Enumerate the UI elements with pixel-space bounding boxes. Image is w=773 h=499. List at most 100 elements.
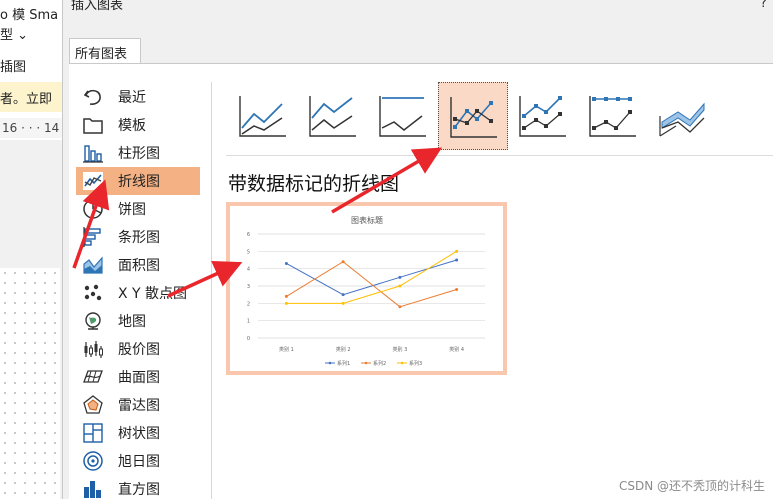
x-axis-ticks: 类别 1 类别 2 类别 3 类别 4 bbox=[279, 346, 464, 353]
category-label: 柱形图 bbox=[118, 146, 160, 162]
y-tick-label: 3 bbox=[247, 284, 250, 290]
category-label: 面积图 bbox=[118, 258, 160, 274]
subtype-gallery bbox=[228, 82, 714, 150]
pie-chart-icon bbox=[83, 199, 103, 219]
data-point bbox=[341, 293, 345, 297]
category-label: 树状图 bbox=[118, 426, 160, 442]
category-item-line[interactable]: 折线图 bbox=[76, 167, 200, 195]
category-item-surface[interactable]: 曲面图 bbox=[76, 363, 200, 391]
bar-chart-icon bbox=[83, 227, 101, 247]
percent-stacked-line-subtype-icon bbox=[379, 96, 426, 137]
map-chart-icon bbox=[85, 312, 101, 330]
category-label: 条形图 bbox=[118, 230, 160, 246]
category-item-area[interactable]: 面积图 bbox=[76, 251, 200, 279]
bg-notify-text: 者。立即 bbox=[0, 92, 53, 107]
category-item-sunburst[interactable]: 旭日图 bbox=[76, 447, 200, 475]
background-app: o 模 Sma 型 ⌄ 插图 者。立即 16 · · · 14 bbox=[0, 0, 64, 499]
category-item-map[interactable]: 地图 bbox=[76, 307, 200, 335]
bg-line2-fragment: 型 ⌄ bbox=[0, 28, 29, 43]
x-tick-label: 类别 2 bbox=[336, 346, 351, 353]
subtype-stacked-line-with-markers[interactable] bbox=[508, 82, 578, 150]
y-tick-label: 2 bbox=[247, 301, 250, 307]
category-label: 股价图 bbox=[118, 342, 160, 358]
chart-category-list: 最近 模板 柱形图 折线图 饼图 条形图 面积图 X Y 散点图 地图 股价图 … bbox=[76, 83, 200, 499]
subtype-percent-stacked-line[interactable] bbox=[368, 82, 438, 150]
data-point bbox=[398, 275, 402, 279]
tab-all-charts[interactable]: 所有图表 bbox=[69, 38, 141, 64]
legend-marker bbox=[364, 361, 368, 365]
scatter-chart-icon bbox=[84, 284, 102, 301]
category-item-radar[interactable]: 雷达图 bbox=[76, 391, 200, 419]
data-point bbox=[284, 261, 288, 265]
y-tick-label: 0 bbox=[247, 336, 250, 342]
data-point bbox=[284, 301, 288, 305]
category-item-template[interactable]: 模板 bbox=[76, 111, 200, 139]
chart-title: 图表标题 bbox=[351, 215, 383, 225]
category-label: 旭日图 bbox=[118, 454, 160, 470]
category-item-pie[interactable]: 饼图 bbox=[76, 195, 200, 223]
bg-ruler: 16 · · · 14 bbox=[0, 118, 64, 138]
chart-preview[interactable]: 图表标题 0 1 2 3 4 5 6 类别 1 类别 2 类别 3 类别 4 系列1 系列2 系列3 bbox=[226, 202, 507, 375]
y-tick-label: 1 bbox=[247, 319, 250, 325]
percent-stacked-line-with-markers-subtype-icon bbox=[589, 96, 636, 137]
treemap-chart-icon bbox=[83, 423, 103, 443]
subtype-stacked-line[interactable] bbox=[298, 82, 368, 150]
x-tick-label: 类别 1 bbox=[279, 346, 294, 353]
data-point bbox=[455, 287, 459, 291]
stacked-line-subtype-icon bbox=[309, 96, 356, 137]
subtype-separator bbox=[226, 155, 773, 156]
histogram-chart-icon bbox=[84, 481, 101, 498]
category-item-bar[interactable]: 条形图 bbox=[76, 223, 200, 251]
category-label: 雷达图 bbox=[118, 398, 160, 414]
category-label: 饼图 bbox=[118, 202, 146, 218]
category-item-recent[interactable]: 最近 bbox=[76, 83, 200, 111]
line-subtype-icon bbox=[239, 96, 286, 137]
category-label: 直方图 bbox=[118, 482, 160, 498]
data-point bbox=[455, 258, 459, 262]
chart-series bbox=[284, 249, 459, 309]
recent-icon bbox=[83, 89, 101, 105]
subtype-line-with-markers[interactable] bbox=[438, 82, 508, 150]
category-label: 折线图 bbox=[118, 174, 160, 190]
category-label: 地图 bbox=[118, 314, 146, 330]
dialog-title: 插入图表 bbox=[71, 0, 124, 13]
subtype-3d-line[interactable] bbox=[648, 82, 718, 150]
y-tick-label: 6 bbox=[247, 232, 250, 238]
radar-chart-icon bbox=[83, 395, 103, 414]
category-label: 最近 bbox=[118, 90, 146, 106]
subtype-line[interactable] bbox=[228, 82, 298, 150]
bg-title-fragment: o 模 Sma bbox=[0, 8, 59, 23]
data-point bbox=[341, 301, 345, 305]
screen: o 模 Sma 型 ⌄ 插图 者。立即 16 · · · 14 插入图表 ? 所… bbox=[0, 0, 773, 499]
category-item-stock[interactable]: 股价图 bbox=[76, 335, 200, 363]
category-item-histogram[interactable]: 直方图 bbox=[76, 475, 200, 499]
bg-document-page bbox=[0, 268, 60, 499]
legend-label: 系列1 bbox=[337, 360, 350, 367]
y-axis-ticks: 0 1 2 3 4 5 6 bbox=[247, 232, 250, 342]
series-line bbox=[286, 259, 457, 296]
x-tick-label: 类别 3 bbox=[392, 346, 407, 353]
watermark: CSDN @还不秃顶的计科生 bbox=[618, 479, 765, 493]
template-icon bbox=[83, 118, 103, 134]
y-tick-label: 5 bbox=[247, 249, 250, 255]
category-item-treemap[interactable]: 树状图 bbox=[76, 419, 200, 447]
data-point bbox=[398, 284, 402, 288]
legend-label: 系列3 bbox=[409, 360, 422, 367]
help-button[interactable]: ? bbox=[760, 0, 767, 11]
bg-notification-bar: 者。立即 bbox=[0, 82, 64, 112]
data-point bbox=[455, 249, 459, 253]
column-chart-icon bbox=[83, 145, 103, 163]
category-divider bbox=[211, 82, 212, 499]
sunburst-chart-icon bbox=[83, 451, 103, 471]
surface-chart-icon bbox=[83, 370, 103, 383]
data-point bbox=[284, 294, 288, 298]
line-chart-icon bbox=[83, 172, 103, 190]
category-item-column[interactable]: 柱形图 bbox=[76, 139, 200, 167]
subtype-percent-stacked-line-with-markers[interactable] bbox=[578, 82, 648, 150]
category-label: 曲面图 bbox=[118, 370, 160, 386]
category-label: X Y 散点图 bbox=[118, 286, 188, 302]
category-item-scatter[interactable]: X Y 散点图 bbox=[76, 279, 200, 307]
stacked-line-with-markers-subtype-icon bbox=[519, 96, 566, 137]
category-label: 模板 bbox=[118, 118, 146, 134]
data-point bbox=[341, 260, 345, 264]
